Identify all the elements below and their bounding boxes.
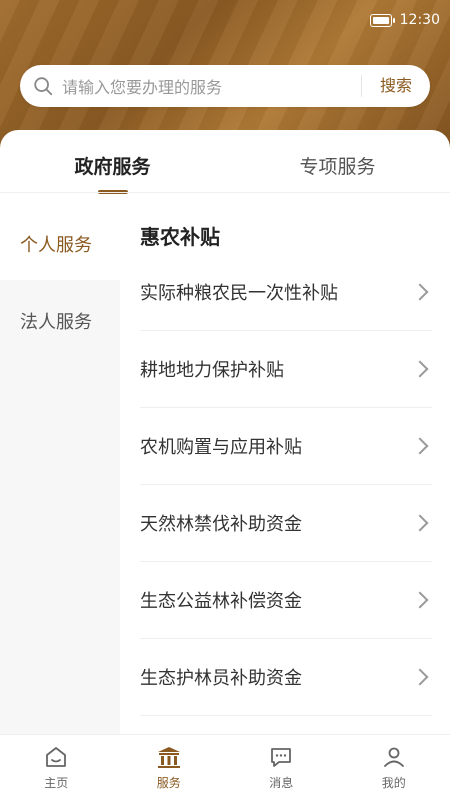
sidebar-item-legal-entity[interactable]: 法人服务 [0, 289, 120, 357]
list-item[interactable]: 农机购置与应用补贴 [140, 408, 432, 485]
home-icon [46, 746, 67, 767]
list-item-label: 实际种粮农民一次性补贴 [140, 283, 338, 304]
list-item[interactable]: 耕地地力保护补贴 [140, 331, 432, 408]
list-item[interactable]: 实际种粮农民一次性补贴 [140, 254, 432, 331]
nav-services[interactable]: 服务 [113, 735, 226, 800]
tab-special-services[interactable]: 专项服务 [225, 130, 450, 192]
nav-profile-label: 我的 [381, 775, 406, 790]
nav-services-label: 服务 [156, 775, 181, 790]
chevron-right-icon [411, 668, 429, 686]
nav-messages[interactable]: 消息 [225, 735, 338, 800]
tab-government-services[interactable]: 政府服务 [0, 130, 225, 194]
section-title: 惠农补贴 [140, 225, 220, 249]
bottom-navigation: 主页 服务 消息 我的 [0, 734, 450, 800]
search-icon [34, 77, 53, 96]
sidebar-item-personal[interactable]: 个人服务 [0, 212, 120, 280]
message-icon [271, 747, 292, 767]
list-item-label: 天然林禁伐补助资金 [140, 514, 302, 535]
tab-bar: 政府服务 专项服务 [0, 130, 450, 194]
nav-home-label: 主页 [44, 775, 69, 790]
status-bar: 12:30 [369, 8, 440, 32]
status-time: 12:30 [399, 12, 440, 28]
category-sidebar: 个人服务 法人服务 [0, 212, 120, 735]
nav-home[interactable]: 主页 [0, 735, 113, 800]
chevron-right-icon [411, 437, 429, 455]
chevron-right-icon [411, 514, 429, 532]
list-item[interactable]: 生态公益林补偿资金 [140, 562, 432, 639]
service-list: 惠农补贴 实际种粮农民一次性补贴 耕地地力保护补贴 农机购置与应用补贴 天然林禁… [120, 212, 450, 735]
divider [0, 192, 450, 193]
nav-profile[interactable]: 我的 [338, 735, 450, 800]
chevron-right-icon [411, 360, 429, 378]
service-panel: 政府服务 专项服务 个人服务 法人服务 惠农补贴 实际种粮农民一次性补贴 耕地地… [0, 130, 450, 735]
search-button[interactable]: 搜索 [362, 65, 430, 107]
list-item-label: 生态护林员补助资金 [140, 668, 302, 689]
battery-icon [369, 13, 395, 27]
list-item[interactable]: 天然林禁伐补助资金 [140, 485, 432, 562]
government-building-icon [157, 746, 180, 768]
search-input[interactable]: 请输入您要办理的服务 [62, 74, 361, 98]
list-item-label: 生态公益林补偿资金 [140, 591, 302, 612]
list-item[interactable]: 生态护林员补助资金 [140, 639, 432, 716]
chevron-right-icon [411, 591, 429, 609]
list-item-label: 耕地地力保护补贴 [140, 360, 284, 381]
nav-messages-label: 消息 [269, 775, 294, 790]
search-bar[interactable]: 请输入您要办理的服务 搜索 [20, 65, 430, 107]
user-icon [383, 747, 404, 767]
chevron-right-icon [411, 283, 429, 301]
list-item-label: 农机购置与应用补贴 [140, 437, 302, 458]
